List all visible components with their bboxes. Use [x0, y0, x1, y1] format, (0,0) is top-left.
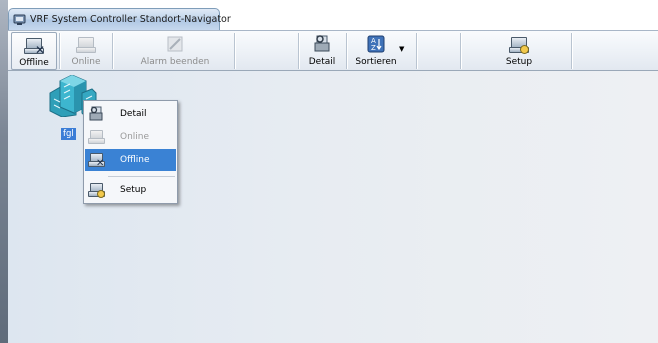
toolbar-separator [571, 33, 573, 69]
window-frame-left [0, 0, 8, 343]
sort-dropdown-arrow-icon[interactable]: ▼ [399, 45, 404, 53]
svg-text:Z: Z [371, 44, 376, 52]
detail-icon [311, 35, 333, 55]
window-title: VRF System Controller Standort-Navigator [30, 14, 231, 25]
setup-icon [508, 35, 530, 55]
offline-icon: ✕ [87, 152, 105, 169]
online-icon [87, 129, 105, 145]
app-window: VRF System Controller Standort-Navigator… [0, 0, 658, 343]
toolbar-separator [59, 33, 61, 69]
online-button[interactable]: Online [63, 32, 109, 70]
sort-az-icon: A Z [365, 35, 387, 55]
offline-button[interactable]: ✕ Offline [11, 32, 57, 70]
toolbar-separator [346, 33, 348, 69]
menu-item-setup[interactable]: Setup [85, 179, 176, 201]
context-menu: Detail Online ✕ Offline Setup [83, 100, 178, 204]
toolbar-separator [298, 33, 300, 69]
menu-separator [108, 176, 175, 177]
sort-button[interactable]: A Z Sortieren [350, 32, 402, 70]
toolbar-separator [234, 33, 236, 69]
setup-icon [87, 182, 105, 198]
toolbar: ✕ Offline Online Alarm beenden Detail A … [8, 30, 658, 71]
title-bar[interactable]: VRF System Controller Standort-Navigator [8, 8, 231, 30]
window-frame-top [0, 0, 658, 8]
toolbar-separator [416, 33, 418, 69]
menu-item-detail[interactable]: Detail [85, 103, 176, 125]
site-label[interactable]: fgl [61, 128, 76, 140]
menu-item-online[interactable]: Online [85, 126, 176, 148]
detail-button[interactable]: Detail [302, 32, 342, 70]
setup-button[interactable]: Setup [500, 32, 538, 70]
detail-icon [87, 106, 105, 122]
toolbar-separator [112, 33, 114, 69]
offline-icon: ✕ [23, 36, 45, 56]
toolbar-separator [460, 33, 462, 69]
controller-app-icon [13, 14, 26, 26]
online-icon [75, 35, 97, 55]
menu-item-offline[interactable]: ✕ Offline [85, 149, 176, 171]
alarm-icon [164, 35, 186, 55]
alarm-end-button[interactable]: Alarm beenden [116, 32, 234, 70]
